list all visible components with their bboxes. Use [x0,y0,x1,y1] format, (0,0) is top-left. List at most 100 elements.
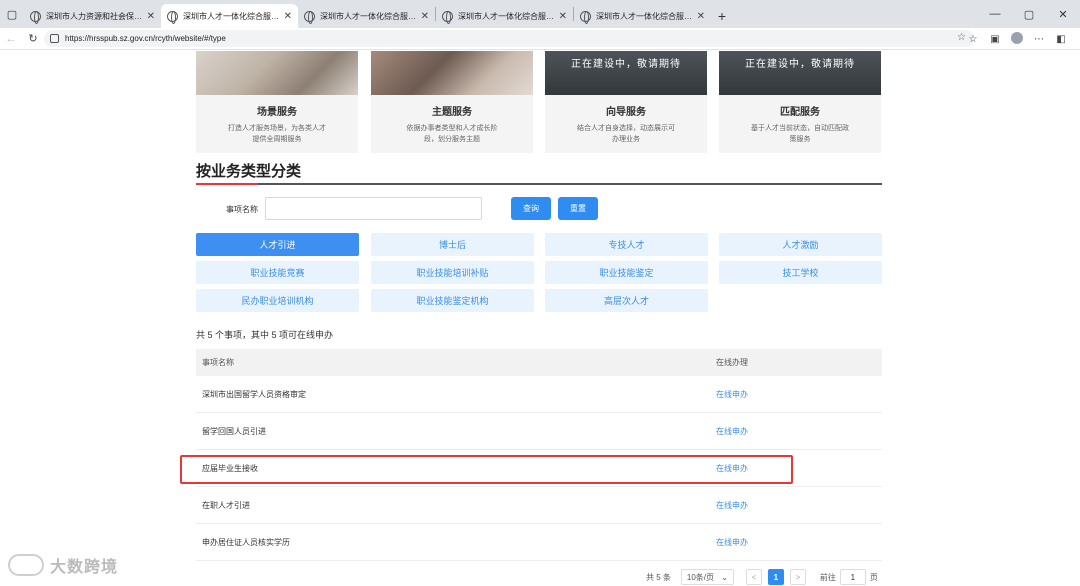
next-page-button[interactable]: > [789,569,806,585]
globe-icon [304,10,315,24]
service-card-match[interactable]: 正在建设中，敬请期待 匹配服务 基于人才当前状态，自动匹配政策服务 [719,51,881,153]
card-desc: 打造人才服务场景，为各类人才提供全周期服务 [228,125,326,143]
category-appraisal-institution[interactable]: 职业技能鉴定机构 [371,289,534,312]
service-card-theme[interactable]: 主题服务 依据办事者类型和人才成长阶段，划分服务主题 [371,51,533,153]
section-title: 按业务类型分类 [196,163,302,180]
category-skills-competition[interactable]: 职业技能竞赛 [196,261,359,284]
card-title: 场景服务 [257,107,297,118]
prev-page-button[interactable]: < [745,569,762,585]
globe-icon [167,10,178,24]
globe-icon [442,10,453,24]
favorites-icon[interactable]: ☆ [962,34,984,45]
pagination: 共 5 条 10条/页 ⌄ < 1 > 前往 1 页 [646,569,878,585]
watermark-logo-icon [8,554,44,576]
lock-icon [50,34,59,43]
close-icon[interactable]: ✕ [697,11,705,22]
card-title: 向导服务 [606,107,646,118]
more-icon[interactable]: ⋯ [1028,34,1050,45]
category-postdoc[interactable]: 博士后 [371,233,534,256]
header-op: 在线办理 [716,358,748,367]
service-card-scene[interactable]: 场景服务 打造人才服务场景，为各类人才提供全周期服务 [196,51,358,153]
close-window-icon[interactable]: ✕ [1046,0,1080,28]
tab-title: 深圳市人才一体化综合服务平台 [458,11,555,21]
pagination-total: 共 5 条 [646,572,671,582]
search-input[interactable] [265,197,482,220]
watermark-text: 大数跨境 [50,559,119,576]
url-field[interactable]: https://hrsspub.sz.gov.cn/rcyth/website/… [44,30,974,47]
header-name: 事项名称 [202,358,234,367]
goto-label: 前往 [819,572,836,582]
category-professional-talent[interactable]: 专技人才 [545,233,708,256]
tab-title: 深圳市人才一体化综合服务平台 [596,11,693,21]
card-title: 匹配服务 [780,107,820,118]
category-skills-appraisal[interactable]: 职业技能鉴定 [545,261,708,284]
tab-title: 深圳市人才一体化综合服务平台 [183,11,280,21]
window-controls: — ▢ ✕ [978,0,1080,28]
apply-online-link[interactable]: 在线申办 [711,500,748,511]
table-row: 申办居住证人员核实学历 在线申办 [196,524,882,561]
page-size-value: 10条/页 [686,572,715,582]
card-image [371,51,533,95]
item-name: 在职人才引进 [202,500,250,510]
refresh-icon[interactable]: ↻ [22,28,44,50]
table-row: 在职人才引进 在线申办 [196,487,882,524]
browser-tab[interactable]: 深圳市人力资源和社会保障局网站 ✕ [24,4,161,28]
goto-page-input[interactable]: 1 [839,569,866,585]
tab-actions-icon[interactable]: ▢ [0,0,24,28]
search-label: 事项名称 [226,205,258,214]
table-header: 事项名称 在线办理 [196,349,882,376]
card-image [196,51,358,95]
collections-icon[interactable]: ▣ [984,34,1006,45]
card-image: 正在建设中，敬请期待 [719,51,881,95]
address-bar-row: ← ↻ https://hrsspub.sz.gov.cn/rcyth/webs… [0,28,1080,50]
globe-icon [30,10,41,24]
card-desc: 基于人才当前状态，自动匹配政策服务 [751,125,849,143]
category-private-training[interactable]: 民办职业培训机构 [196,289,359,312]
profile-icon[interactable] [1006,31,1028,47]
page-size-select[interactable]: 10条/页 ⌄ [680,569,734,585]
tab-title: 深圳市人才一体化综合服务平台 [320,11,417,21]
maximize-icon[interactable]: ▢ [1012,0,1046,28]
reset-button[interactable]: 重置 [558,197,598,220]
tab-title: 深圳市人力资源和社会保障局网站 [46,11,143,21]
category-talent-incentive[interactable]: 人才激励 [719,233,882,256]
card-desc: 结合人才自身选择，动态展示可办理业务 [577,125,675,143]
close-icon[interactable]: ✕ [147,11,155,22]
browser-tab[interactable]: 深圳市人才一体化综合服务平台 ✕ [436,4,573,28]
query-button[interactable]: 查询 [511,197,551,220]
result-summary: 共 5 个事项，其中 5 项可在线申办 [196,330,334,340]
category-high-level-talent[interactable]: 高层次人才 [545,289,708,312]
card-desc: 依据办事者类型和人才成长阶段，划分服务主题 [406,125,498,143]
item-name: 深圳市出国留学人员资格审定 [202,389,306,399]
watermark: 大数跨境 [8,553,118,577]
close-icon[interactable]: ✕ [421,11,429,22]
url-text: https://hrsspub.sz.gov.cn/rcyth/website/… [65,34,226,43]
apply-online-link[interactable]: 在线申办 [711,537,748,548]
service-card-guide[interactable]: 正在建设中，敬请期待 向导服务 结合人才自身选择，动态展示可办理业务 [545,51,707,153]
back-arrow-icon[interactable]: ← [0,28,22,50]
card-title: 主题服务 [432,107,472,118]
browser-tab-active[interactable]: 深圳市人才一体化综合服务平台 ✕ [161,4,298,28]
current-page[interactable]: 1 [767,569,784,585]
browser-tab[interactable]: 深圳市人才一体化综合服务平台 ✕ [574,4,711,28]
minimize-icon[interactable]: — [978,0,1012,28]
browser-tab[interactable]: 深圳市人才一体化综合服务平台 ✕ [298,4,435,28]
apply-online-link[interactable]: 在线申办 [711,426,748,437]
item-name: 留学回国人员引进 [202,426,266,436]
table-row: 留学回国人员引进 在线申办 [196,413,882,450]
chevron-down-icon: ⌄ [721,572,728,582]
card-image: 正在建设中，敬请期待 [545,51,707,95]
close-icon[interactable]: ✕ [559,11,567,22]
close-icon[interactable]: ✕ [284,11,292,22]
category-training-subsidy[interactable]: 职业技能培训补贴 [371,261,534,284]
table-row: 深圳市出国留学人员资格审定 在线申办 [196,376,882,413]
page-content: 场景服务 打造人才服务场景，为各类人才提供全周期服务 主题服务 依据办事者类型和… [0,51,1080,586]
apply-online-link[interactable]: 在线申办 [711,389,748,400]
sidebar-icon[interactable]: ◧ [1050,34,1072,45]
section-divider [196,183,882,185]
browser-tab-bar: ▢ 深圳市人力资源和社会保障局网站 ✕ 深圳市人才一体化综合服务平台 ✕ 深圳市… [0,0,1080,28]
category-talent-introduction[interactable]: 人才引进 [196,233,359,256]
category-technical-school[interactable]: 技工学校 [719,261,882,284]
new-tab-button[interactable]: + [711,4,733,28]
page-unit: 页 [869,572,878,582]
